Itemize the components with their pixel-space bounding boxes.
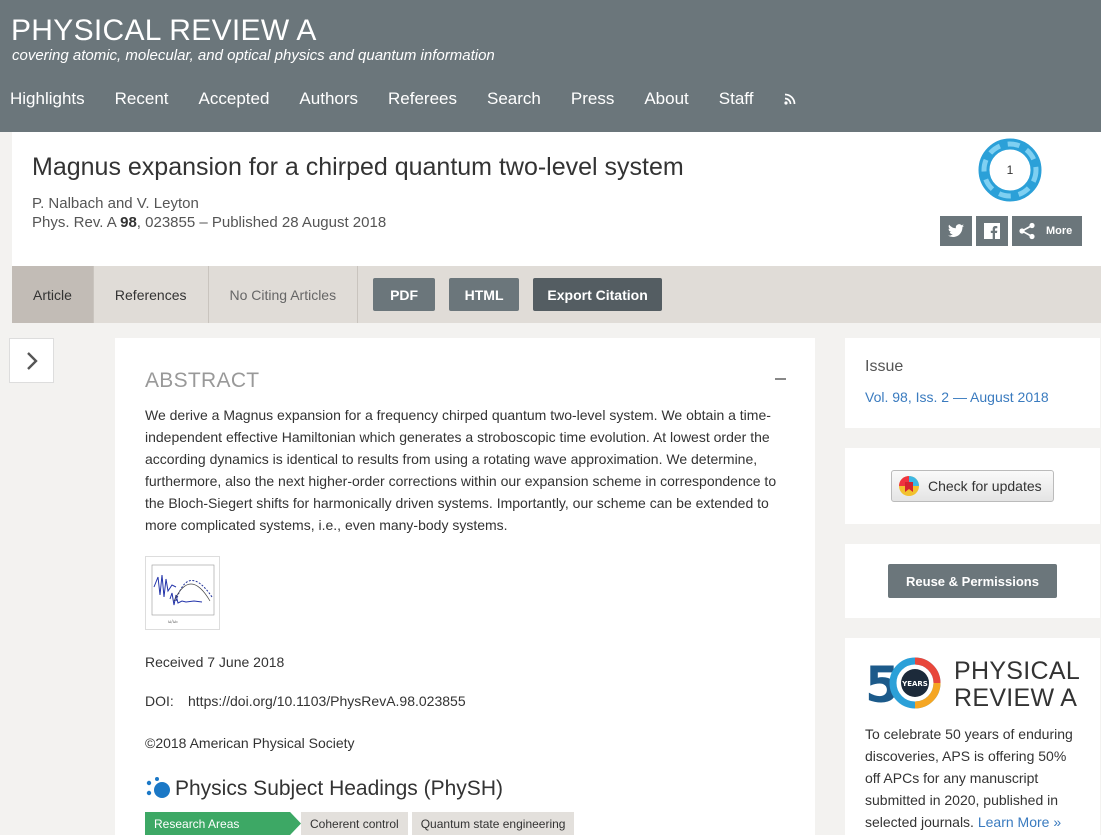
chevron-right-icon bbox=[26, 351, 38, 370]
citation-volume: 98 bbox=[120, 214, 137, 231]
check-for-updates-button[interactable]: Check for updates bbox=[891, 470, 1054, 502]
citation-journal: Phys. Rev. A bbox=[32, 214, 121, 231]
site-header: PHYSICAL REVIEW A covering atomic, molec… bbox=[0, 0, 1101, 132]
nav-referees[interactable]: Referees bbox=[388, 89, 457, 109]
nav-press[interactable]: Press bbox=[571, 89, 614, 109]
pdf-button[interactable]: PDF bbox=[373, 278, 436, 311]
altmetric-count: 1 bbox=[1006, 163, 1014, 177]
crossmark-icon bbox=[899, 476, 919, 496]
export-citation-button[interactable]: Export Citation bbox=[533, 278, 663, 311]
research-areas-label: Research Areas bbox=[145, 812, 301, 835]
rss-icon[interactable] bbox=[784, 93, 796, 105]
received-date: Received 7 June 2018 bbox=[145, 654, 285, 670]
anniversary-title-line1: PHYSICAL bbox=[954, 657, 1081, 685]
nav-search[interactable]: Search bbox=[487, 89, 541, 109]
sidebar-toggle-button[interactable] bbox=[9, 338, 54, 383]
copyright-notice: ©2018 American Physical Society bbox=[145, 735, 355, 751]
physh-heading-text: Physics Subject Headings (PhySH) bbox=[175, 777, 503, 800]
reuse-permissions-button[interactable]: Reuse & Permissions bbox=[888, 564, 1057, 598]
main-nav: Highlights Recent Accepted Authors Refer… bbox=[10, 89, 796, 109]
tag-quantum-state-engineering[interactable]: Quantum state engineering bbox=[411, 812, 575, 835]
anniv-years: YEARS bbox=[901, 680, 928, 688]
nav-highlights[interactable]: Highlights bbox=[10, 89, 85, 109]
format-buttons: PDF HTML Export Citation bbox=[358, 266, 676, 323]
share-buttons: More bbox=[940, 216, 1086, 246]
anniversary-text: To celebrate 50 years of enduring discov… bbox=[865, 723, 1085, 833]
article-title: Magnus expansion for a chirped quantum t… bbox=[32, 153, 684, 181]
abstract-heading: ABSTRACT bbox=[145, 369, 260, 392]
svg-text:ω/ω₀: ω/ω₀ bbox=[168, 619, 178, 624]
collapse-abstract-button[interactable] bbox=[775, 378, 786, 380]
article-header: Magnus expansion for a chirped quantum t… bbox=[12, 132, 1101, 266]
facebook-share-button[interactable] bbox=[976, 216, 1008, 246]
figure-thumbnail-image: ω/ω₀ bbox=[151, 564, 215, 624]
updates-card: Check for updates bbox=[845, 448, 1100, 524]
anniversary-card: 5 YEARS PHYSICAL REVIEW A To celebrate 5… bbox=[845, 638, 1100, 835]
anniversary-title-line2: REVIEW A bbox=[954, 684, 1078, 712]
twitter-share-button[interactable] bbox=[940, 216, 972, 246]
nav-recent[interactable]: Recent bbox=[115, 89, 169, 109]
nav-about[interactable]: About bbox=[644, 89, 688, 109]
abstract-section: ABSTRACT We derive a Magnus expansion fo… bbox=[115, 338, 815, 835]
share-more-label: More bbox=[1046, 225, 1073, 237]
tab-citing-articles[interactable]: No Citing Articles bbox=[209, 266, 359, 323]
share-more-button[interactable]: More bbox=[1012, 216, 1082, 246]
fifty-years-logo: 5 YEARS bbox=[865, 656, 941, 710]
anniversary-title: PHYSICAL REVIEW A bbox=[954, 658, 1080, 712]
tab-references[interactable]: References bbox=[94, 266, 209, 323]
physh-heading: Physics Subject Headings (PhySH) bbox=[145, 776, 503, 802]
doi-link[interactable]: https://doi.org/10.1103/PhysRevA.98.0238… bbox=[188, 693, 466, 709]
issue-card: Issue Vol. 98, Iss. 2 — August 2018 bbox=[845, 338, 1100, 428]
tab-article[interactable]: Article bbox=[12, 266, 94, 323]
facebook-icon bbox=[984, 223, 1000, 239]
nav-authors[interactable]: Authors bbox=[299, 89, 358, 109]
physh-icon bbox=[146, 777, 170, 798]
abstract-text: We derive a Magnus expansion for a frequ… bbox=[145, 407, 777, 533]
figure-thumbnail[interactable]: ω/ω₀ bbox=[145, 556, 220, 630]
learn-more-link[interactable]: Learn More » bbox=[978, 814, 1061, 830]
issue-label: Issue bbox=[865, 358, 904, 375]
share-icon bbox=[1019, 222, 1035, 240]
journal-subtitle: covering atomic, molecular, and optical … bbox=[12, 47, 495, 64]
nav-staff[interactable]: Staff bbox=[719, 89, 754, 109]
article-citation: Phys. Rev. A 98, 023855 – Published 28 A… bbox=[32, 214, 386, 231]
reuse-card: Reuse & Permissions bbox=[845, 544, 1100, 618]
check-for-updates-label: Check for updates bbox=[928, 478, 1042, 494]
article-tab-bar: Article References No Citing Articles PD… bbox=[12, 266, 1101, 323]
citation-details: , 023855 – Published 28 August 2018 bbox=[136, 214, 387, 231]
nav-accepted[interactable]: Accepted bbox=[199, 89, 270, 109]
article-authors[interactable]: P. Nalbach and V. Leyton bbox=[32, 195, 199, 212]
journal-title[interactable]: PHYSICAL REVIEW A bbox=[11, 14, 317, 48]
html-button[interactable]: HTML bbox=[449, 278, 520, 311]
altmetric-badge[interactable]: 1 bbox=[978, 138, 1042, 202]
doi-label: DOI: bbox=[145, 693, 174, 709]
tag-coherent-control[interactable]: Coherent control bbox=[301, 812, 408, 835]
issue-link[interactable]: Vol. 98, Iss. 2 — August 2018 bbox=[865, 389, 1049, 405]
twitter-icon bbox=[948, 224, 964, 238]
physh-tags: Research Areas Coherent control Quantum … bbox=[145, 812, 578, 835]
